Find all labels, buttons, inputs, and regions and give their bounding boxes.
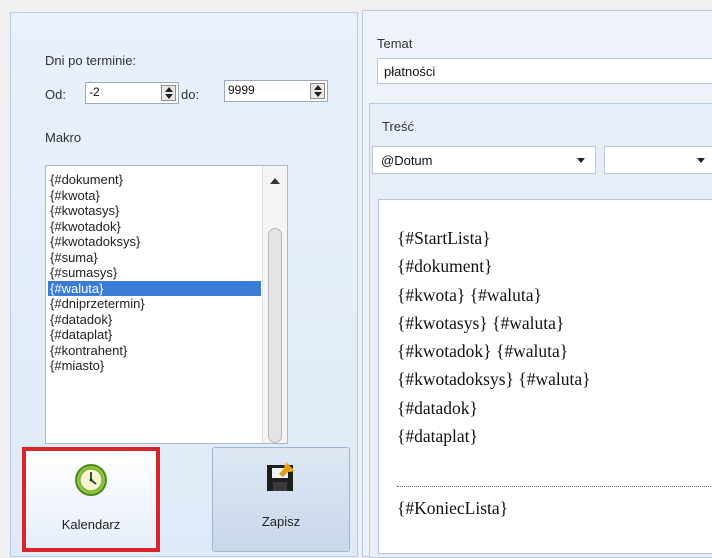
editor-line: {#kwotadoksys} {#waluta} xyxy=(397,369,591,389)
list-item[interactable]: {#suma} xyxy=(48,250,261,266)
body-label: Treść xyxy=(382,119,415,134)
from-spin-arrows-icon[interactable] xyxy=(161,85,176,101)
calendar-button[interactable]: Kalendarz xyxy=(22,447,160,552)
editor-line: {#StartLista} xyxy=(397,228,491,248)
list-item[interactable]: {#dokument} xyxy=(48,172,261,188)
list-item[interactable]: {#kwotadok} xyxy=(48,219,261,235)
days-overdue-label: Dni po terminie: xyxy=(45,53,137,68)
chevron-down-icon[interactable] xyxy=(577,158,585,163)
editor-line: {#kwota} {#waluta} xyxy=(397,285,542,305)
editor-line: {#kwotasys} {#waluta} xyxy=(397,313,565,333)
list-item[interactable]: {#dniprzetermin} xyxy=(48,296,261,312)
macro-scrollbar[interactable] xyxy=(262,166,287,443)
list-divider xyxy=(397,486,712,487)
editor-line: {#dataplat} xyxy=(397,426,478,446)
list-item[interactable]: {#datadok} xyxy=(48,312,261,328)
to-value: 9999 xyxy=(228,83,255,97)
to-label: do: xyxy=(181,87,200,102)
save-button[interactable]: Zapisz xyxy=(212,447,350,552)
list-item[interactable]: {#miasto} xyxy=(48,358,261,374)
right-panel: Temat płatności Treść @Dotum {#StartList… xyxy=(362,10,712,558)
from-spinner[interactable]: -2 xyxy=(85,82,179,104)
editor-line: {#datadok} xyxy=(397,398,478,418)
list-item[interactable]: {#kontrahent} xyxy=(48,343,261,359)
editor-line-end: {#KoniecLista} xyxy=(397,498,509,518)
calendar-button-label: Kalendarz xyxy=(61,517,121,532)
from-value: -2 xyxy=(89,85,100,99)
field-combo-value: @Dotum xyxy=(381,153,433,168)
list-item[interactable]: {#kwotasys} xyxy=(48,203,261,219)
save-button-label: Zapisz xyxy=(261,514,301,529)
list-item[interactable]: {#kwotadoksys} xyxy=(48,234,261,250)
body-group: Treść @Dotum {#StartLista} {#dokument} {… xyxy=(369,103,712,558)
second-combo[interactable] xyxy=(604,146,712,174)
subject-input[interactable]: płatności xyxy=(377,58,712,84)
list-item[interactable]: {#sumasys} xyxy=(48,265,261,281)
scroll-thumb[interactable] xyxy=(268,228,282,443)
scroll-up-icon[interactable] xyxy=(270,178,280,184)
macro-list: {#dokument} {#kwota} {#kwotasys} {#kwota… xyxy=(48,172,261,374)
field-combo[interactable]: @Dotum xyxy=(372,146,596,174)
macro-listbox[interactable]: {#dokument} {#kwota} {#kwotasys} {#kwota… xyxy=(45,165,288,444)
editor-line: {#kwotadok} {#waluta} xyxy=(397,341,569,361)
to-spin-arrows-icon[interactable] xyxy=(310,83,325,99)
list-item[interactable]: {#dataplat} xyxy=(48,327,261,343)
list-item-selected[interactable]: {#waluta} xyxy=(48,280,261,296)
subject-label: Temat xyxy=(377,36,413,51)
body-editor[interactable]: {#StartLista} {#dokument} {#kwota} {#wal… xyxy=(378,199,712,554)
clock-icon xyxy=(75,464,107,496)
save-icon xyxy=(267,462,295,491)
editor-line: {#dokument} xyxy=(397,256,493,276)
list-item[interactable]: {#kwota} xyxy=(48,188,261,204)
chevron-down-icon[interactable] xyxy=(697,158,705,163)
from-label: Od: xyxy=(45,87,66,102)
to-spinner[interactable]: 9999 xyxy=(224,80,328,102)
macro-label: Makro xyxy=(45,130,82,145)
